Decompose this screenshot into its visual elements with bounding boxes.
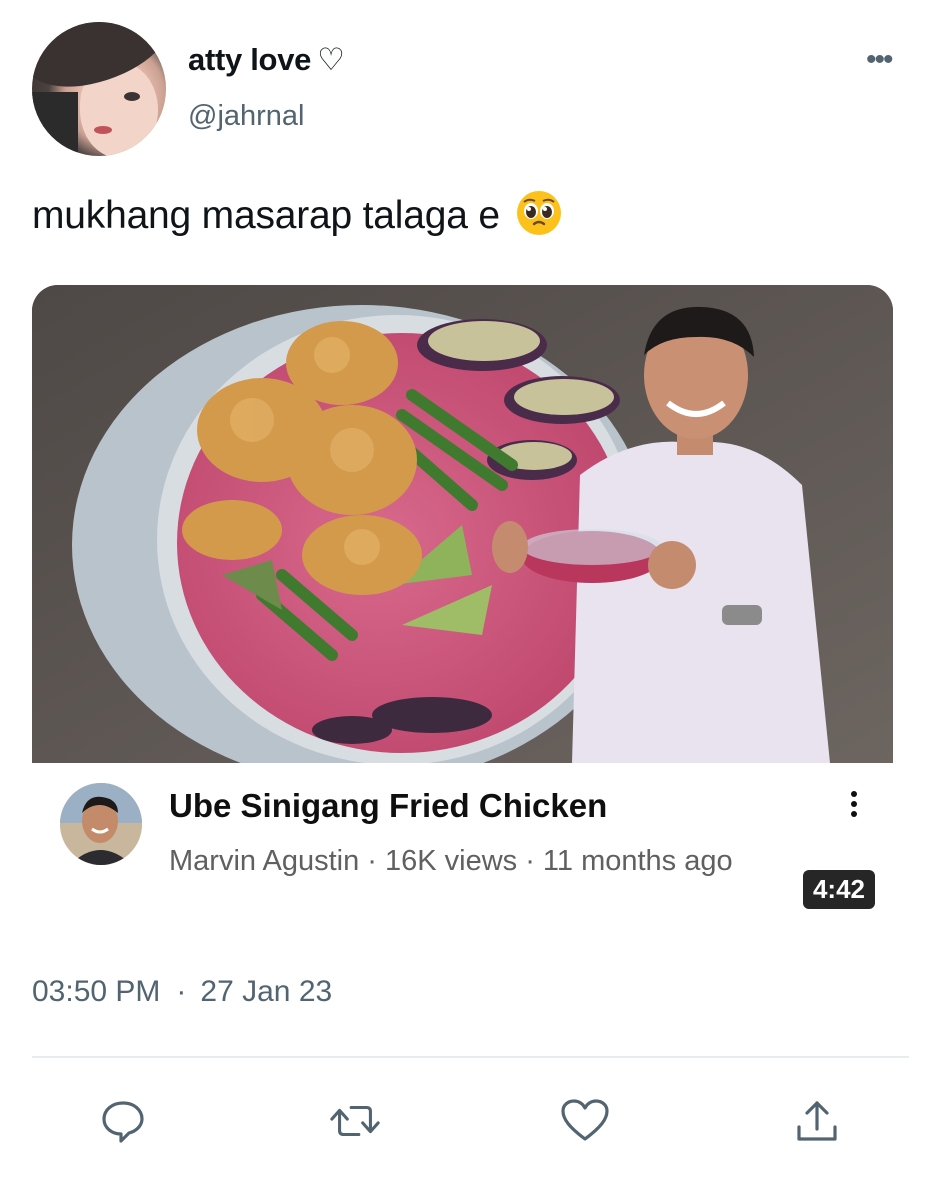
heart-outline-icon: ♡ — [317, 42, 345, 77]
divider — [32, 1056, 909, 1058]
tweet-time: 03:50 PM — [32, 975, 161, 1008]
profile-avatar[interactable] — [32, 22, 166, 156]
video-thumbnail[interactable] — [32, 285, 893, 763]
reply-bubble-icon — [102, 1101, 144, 1143]
tweet-timestamp[interactable]: 03:50 PM · 27 Jan 23 — [32, 975, 332, 1009]
video-duration-badge: 4:42 — [802, 870, 875, 909]
like-button[interactable] — [558, 1094, 612, 1148]
retweet-button[interactable] — [328, 1094, 382, 1148]
display-name[interactable]: atty love ♡ — [188, 42, 345, 78]
video-meta: Marvin Agustin · 16K views · 11 months a… — [169, 845, 733, 877]
video-title[interactable]: Ube Sinigang Fried Chicken — [169, 787, 607, 825]
kebab-menu-icon[interactable] — [844, 789, 864, 819]
reply-button[interactable] — [96, 1094, 150, 1148]
tweet-text-content: mukhang masarap talaga e — [32, 194, 500, 237]
channel-avatar[interactable] — [60, 783, 142, 865]
tweet-date: 27 Jan 23 — [200, 975, 333, 1008]
user-handle[interactable]: @jahrnal — [188, 100, 305, 133]
share-button[interactable] — [790, 1094, 844, 1148]
retweet-icon — [330, 1105, 380, 1137]
share-upload-icon — [797, 1101, 837, 1141]
more-horizontal-icon[interactable]: ••• — [866, 45, 893, 75]
tweet-text: mukhang masarap talaga e — [32, 190, 562, 238]
separator-dot: · — [176, 975, 187, 1008]
pleading-face-emoji — [517, 191, 562, 235]
video-card[interactable]: 4:42 Ube Sinigang Fried Chicken Marvin A… — [32, 285, 893, 925]
heart-icon — [561, 1099, 609, 1141]
display-name-text: atty love — [188, 42, 312, 77]
